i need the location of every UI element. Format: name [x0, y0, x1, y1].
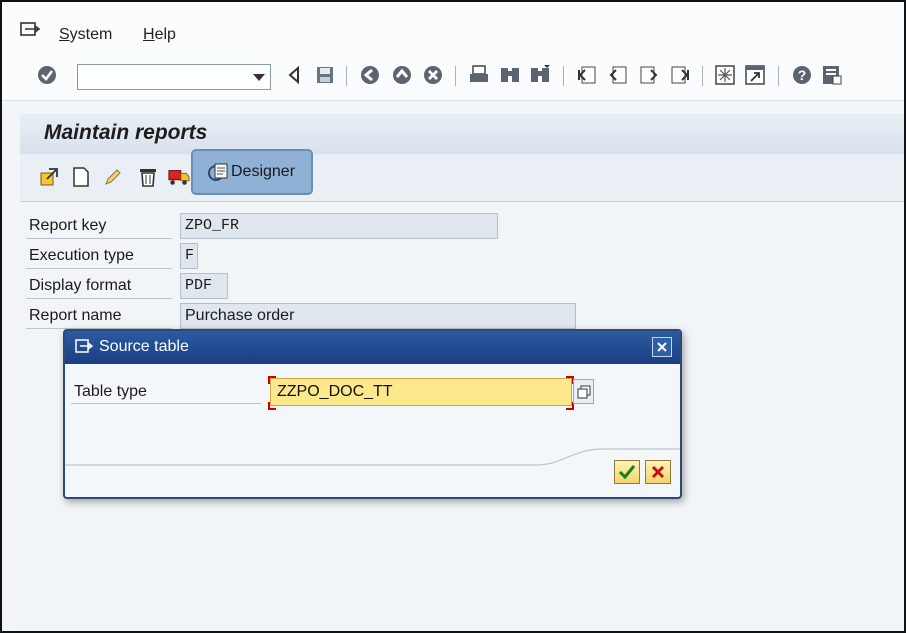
dialog-menu-icon[interactable] — [75, 339, 93, 355]
menu-system-mnemonic: S — [59, 26, 70, 43]
edit-pencil-icon[interactable] — [102, 166, 124, 188]
close-icon[interactable] — [652, 337, 672, 357]
report-key-field[interactable]: ZPO_FR — [180, 213, 498, 239]
cancel-icon[interactable] — [421, 63, 445, 87]
ok-button[interactable] — [614, 460, 640, 484]
find-next-icon[interactable] — [528, 63, 552, 87]
save-icon[interactable] — [313, 63, 337, 87]
title-bar: Maintain reports — [20, 114, 904, 155]
transport-truck-icon[interactable] — [168, 166, 190, 188]
svg-text:?: ? — [798, 67, 807, 83]
source-table-dialog: Source table Table type — [63, 329, 682, 499]
focus-corner — [268, 402, 276, 410]
designer-button[interactable]: Designer — [191, 149, 313, 195]
create-icon[interactable] — [70, 166, 92, 188]
shortcut-icon[interactable] — [743, 63, 767, 87]
back-icon[interactable] — [358, 63, 382, 87]
dialog-footer-divider — [65, 448, 680, 466]
help-icon[interactable]: ? — [790, 63, 814, 87]
toolbar-separator — [455, 66, 456, 86]
table-type-input[interactable] — [270, 378, 572, 406]
dialog-title-bar: Source table — [65, 331, 680, 364]
menu-bar: System Help — [2, 2, 904, 54]
focus-corner — [268, 376, 276, 384]
command-input[interactable] — [81, 66, 250, 90]
checkmark-icon — [618, 465, 636, 480]
first-page-icon[interactable] — [575, 63, 599, 87]
menu-help-rest: elp — [154, 26, 176, 43]
cancel-x-icon — [651, 465, 665, 479]
display-format-field[interactable]: PDF — [180, 273, 228, 299]
previous-page-icon[interactable] — [606, 63, 630, 87]
toolbar-separator — [702, 66, 703, 86]
report-key-label: Report key — [26, 215, 172, 239]
sap-menu-icon[interactable] — [20, 22, 40, 38]
dialog-title: Source table — [99, 338, 189, 355]
delete-icon[interactable] — [137, 166, 159, 188]
menu-system[interactable]: System — [59, 26, 112, 44]
application-toolbar: Designer — [20, 149, 904, 202]
execution-type-label: Execution type — [26, 245, 172, 269]
page-title: Maintain reports — [44, 121, 208, 144]
toolbar-separator — [346, 66, 347, 86]
execution-type-field[interactable]: F — [180, 243, 198, 269]
menu-system-rest: ystem — [69, 26, 113, 43]
copy-icon — [577, 385, 590, 398]
find-icon[interactable] — [498, 63, 522, 87]
standard-toolbar: ? — [2, 54, 904, 101]
toolbar-separator — [778, 66, 779, 86]
chevron-down-icon[interactable] — [253, 74, 265, 81]
back-triangle-icon[interactable] — [282, 63, 306, 87]
display-change-icon[interactable] — [38, 166, 60, 188]
cancel-button[interactable] — [645, 460, 671, 484]
last-page-icon[interactable] — [668, 63, 692, 87]
table-type-label: Table type — [71, 378, 261, 404]
customize-layout-icon[interactable] — [820, 63, 844, 87]
next-page-icon[interactable] — [637, 63, 661, 87]
value-help-button[interactable] — [573, 379, 594, 404]
report-name-field[interactable]: Purchase order — [180, 303, 576, 329]
exit-icon[interactable] — [390, 63, 414, 87]
print-icon[interactable] — [467, 63, 491, 87]
new-session-icon[interactable] — [713, 63, 737, 87]
designer-icon — [208, 163, 228, 181]
display-format-label: Display format — [26, 275, 172, 299]
menu-help-mnemonic: H — [143, 26, 155, 43]
enter-checkmark-icon[interactable] — [35, 63, 59, 87]
sap-window: System Help ? Maintain reports Designer … — [0, 0, 906, 633]
designer-label: Designer — [231, 163, 296, 180]
command-field[interactable] — [77, 64, 271, 90]
report-name-label: Report name — [26, 305, 172, 329]
menu-help[interactable]: Help — [143, 26, 176, 44]
toolbar-separator — [563, 66, 564, 86]
